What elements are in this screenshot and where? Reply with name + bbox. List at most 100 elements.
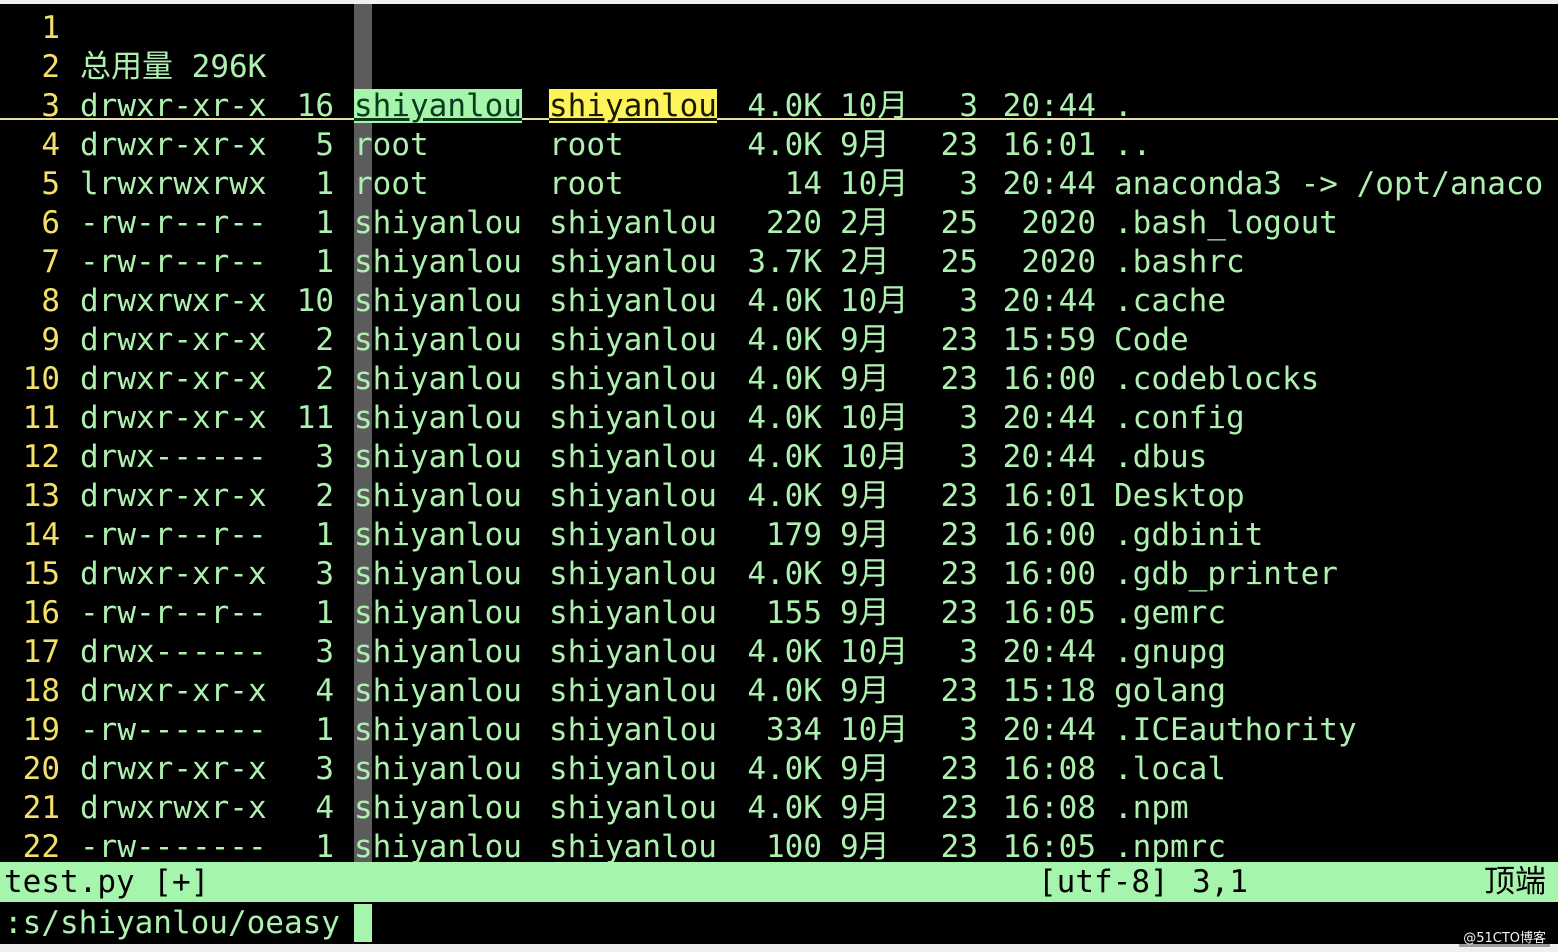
line-month: 9月 [840,673,890,709]
buffer-line[interactable]: 6 -rw-r--r-- 1 shiyanlou shiyanlou 220 2月 25 202… [0,203,1558,242]
line-month: 10月 [840,88,909,124]
line-links: 3 [315,751,334,787]
line-group: root [549,166,624,202]
command-input[interactable]: :s/shiyanlou/oeasy [4,906,340,940]
line-links: 16 [296,88,334,124]
line-time: 16:01 [1002,127,1096,163]
line-owner: shiyanlou [354,283,522,319]
buffer-line[interactable]: 9 drwxr-xr-x 2 shiyanlou shiyanlou 4.0K 9月 23 15… [0,320,1558,359]
line-owner: shiyanlou [354,712,522,748]
buffer-line[interactable]: 22 -rw------- 1 shiyanlou shiyanlou 100 9月 23 16… [0,827,1558,862]
line-month: 10月 [840,712,909,748]
buffer-line[interactable]: 8 drwxrwxr-x 10 shiyanlou shiyanlou 4.0K 10月 3 2… [0,281,1558,320]
line-name: golang [1114,673,1226,709]
buffer-line[interactable]: 4 drwxr-xr-x 5 root root 4.0K 9月 23 16:01.. [0,125,1558,164]
line-name: .cache [1114,283,1226,319]
buffer-line[interactable]: 16 -rw-r--r-- 1 shiyanlou shiyanlou 155 9月 23 16… [0,593,1558,632]
buffer-line[interactable]: 1 [0,8,1558,47]
line-size: 4.0K [747,361,822,397]
line-owner: shiyanlou [354,439,522,475]
line-time: 16:00 [1002,361,1096,397]
buffer-line[interactable]: 5 lrwxrwxrwx 1 root root 14 10月 3 20:44 anaconda3… [0,164,1558,203]
line-day: 23 [940,673,978,709]
line-links: 2 [315,322,334,358]
line-day: 3 [959,439,978,475]
line-perm: drwxrwxr-x [80,790,267,826]
line-time: 16:00 [1002,517,1096,553]
buffer-line[interactable]: 20 drwxr-xr-x 3 shiyanlou shiyanlou 4.0K 9月 23 1… [0,749,1558,788]
line-time: 16:00 [1002,556,1096,592]
line-month: 9月 [840,751,890,787]
line-links: 3 [315,439,334,475]
line-month: 9月 [840,790,890,826]
line-perm: drwx------ [80,634,267,670]
line-number: 15 [22,556,60,592]
line-owner: shiyanlou [354,400,522,436]
line-size: 4.0K [747,400,822,436]
line-perm: -rw-r--r-- [80,205,267,241]
line-month: 9月 [840,829,890,862]
line-perm: drwxr-xr-x [80,322,267,358]
line-time: 16:05 [1002,829,1096,862]
line-number: 9 [41,322,60,358]
command-line[interactable]: :s/shiyanlou/oeasy [0,902,1558,944]
buffer-line[interactable]: 21 drwxrwxr-x 4 shiyanlou shiyanlou 4.0K 9月 23 1… [0,788,1558,827]
line-links: 1 [315,517,334,553]
line-time: 20:44 [1002,400,1096,436]
buffer-line[interactable]: 15 drwxr-xr-x 3 shiyanlou shiyanlou 4.0K 9月 23 1… [0,554,1558,593]
buffer-line[interactable]: 2 总用量 296K [0,47,1558,86]
line-name: .gnupg [1114,634,1226,670]
line-perm: drwxr-xr-x [80,88,267,124]
line-month: 10月 [840,166,909,202]
window-bottom-border [0,944,1558,952]
line-perm: -rw-r--r-- [80,244,267,280]
line-size: 4.0K [747,127,822,163]
line-number: 21 [22,790,60,826]
buffer-line[interactable]: 17 drwx------ 3 shiyanlou shiyanlou 4.0K 10月 3 2… [0,632,1558,671]
buffer-line[interactable]: 7 -rw-r--r-- 1 shiyanlou shiyanlou 3.7K 2月 25 20… [0,242,1558,281]
line-size: 4.0K [747,790,822,826]
buffer-line[interactable]: 3 drwxr-xr-x 16 shiyanlou shiyanlou 4.0K 10月 3 2… [0,86,1558,125]
line-name: .npm [1114,790,1189,826]
line-links: 1 [315,205,334,241]
line-time: 16:08 [1002,790,1096,826]
line-number: 6 [41,205,60,241]
line-perm: drwxr-xr-x [80,400,267,436]
line-day: 3 [959,166,978,202]
line-size: 4.0K [747,634,822,670]
buffer-line[interactable]: 12 drwx------ 3 shiyanlou shiyanlou 4.0K 10月 3 2… [0,437,1558,476]
line-group: shiyanlou [549,712,717,748]
line-size: 220 [766,205,822,241]
line-number: 22 [22,829,60,862]
line-owner: shiyanlou [354,595,522,631]
line-owner: shiyanlou [354,790,522,826]
editor-buffer[interactable]: 1 2 总用量 296K 3 drwxr-xr-x 16 shiyanlou shiyanlo… [0,4,1558,862]
line-perm: -rw------- [80,712,267,748]
buffer-line[interactable]: 11 drwxr-xr-x 11 shiyanlou shiyanlou 4.0K 10月 3… [0,398,1558,437]
line-number: 14 [22,517,60,553]
line-group: shiyanlou [549,283,717,319]
buffer-line[interactable]: 18 drwxr-xr-x 4 shiyanlou shiyanlou 4.0K 9月 23 1… [0,671,1558,710]
line-perm: drwxr-xr-x [80,751,267,787]
buffer-line[interactable]: 10 drwxr-xr-x 2 shiyanlou shiyanlou 4.0K 9月 23 1… [0,359,1558,398]
status-cursor-position: 3,1 [1192,864,1248,900]
buffer-line[interactable]: 14 -rw-r--r-- 1 shiyanlou shiyanlou 179 9月 23 16… [0,515,1558,554]
line-name: .gemrc [1114,595,1226,631]
line-number: 11 [22,400,60,436]
buffer-line[interactable]: 19 -rw------- 1 shiyanlou shiyanlou 334 10月 3 20… [0,710,1558,749]
line-month: 9月 [840,595,890,631]
line-number: 5 [41,166,60,202]
line-month: 10月 [840,439,909,475]
line-number: 4 [41,127,60,163]
line-name: .config [1114,400,1245,436]
buffer-line[interactable]: 13 drwxr-xr-x 2 shiyanlou shiyanlou 4.0K 9月 23 1… [0,476,1558,515]
line-links: 1 [315,166,334,202]
line-owner: root [354,127,429,163]
line-owner: shiyanlou [354,751,522,787]
line-links: 5 [315,127,334,163]
line-size: 155 [766,595,822,631]
line-links: 4 [315,673,334,709]
line-time: 20:44 [1002,634,1096,670]
line-time: 20:44 [1002,283,1096,319]
line-group: shiyanlou [549,400,717,436]
